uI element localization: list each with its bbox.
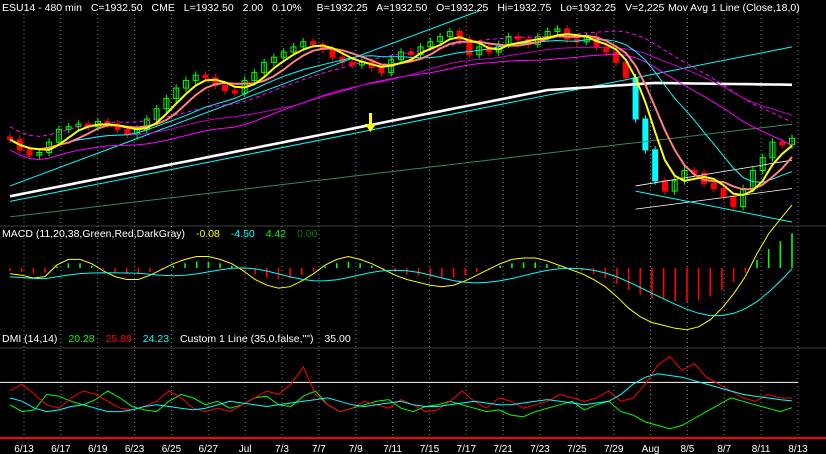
x-tick-label: 6/19 xyxy=(88,444,108,454)
x-tick-label: 7/15 xyxy=(420,444,440,454)
x-tick-label: Aug xyxy=(642,444,660,454)
x-tick-label: 6/25 xyxy=(162,444,182,454)
x-tick-label: 8/7 xyxy=(717,444,731,454)
header-line: ESU14 - 480 min C=1932.50 CME L=1932.50 … xyxy=(2,2,665,14)
x-tick-label: 6/23 xyxy=(125,444,145,454)
ask-label: A=1932.50 xyxy=(376,2,427,14)
candle-body xyxy=(231,90,238,94)
chart-background xyxy=(0,0,826,454)
change-label: 2.00 xyxy=(243,2,264,14)
dmi-custom-value: 35.00 xyxy=(324,333,350,345)
symbol-label: ESU14 - 480 min xyxy=(2,2,82,14)
candle-body xyxy=(310,41,317,45)
macd-value-4: 0.00 xyxy=(297,228,318,240)
x-tick-label: 7/29 xyxy=(604,444,624,454)
macd-header: MACD (11,20,38,Green,Red,DarkGray) -0.08… xyxy=(2,228,318,240)
dmi-value-2: 25.89 xyxy=(106,333,132,345)
x-tick-label: 7/21 xyxy=(493,444,513,454)
dmi-value-1: 20.28 xyxy=(68,333,94,345)
candle-body xyxy=(779,141,786,146)
exchange-label: CME xyxy=(151,2,174,14)
x-tick-label: 7/17 xyxy=(457,444,477,454)
x-tick-label: 6/17 xyxy=(51,444,71,454)
last-label: L=1932.50 xyxy=(184,2,234,14)
x-tick-label: 6/27 xyxy=(199,444,219,454)
macd-value-3: 4.42 xyxy=(266,228,287,240)
x-tick-label: 8/5 xyxy=(680,444,694,454)
candle-body xyxy=(652,149,659,182)
candle-body xyxy=(661,180,668,192)
bid-label: B=1932.25 xyxy=(317,2,368,14)
candle-body xyxy=(730,195,737,208)
high-label: Hi=1932.75 xyxy=(497,2,551,14)
x-tick-label: 7/7 xyxy=(312,444,326,454)
candle-body xyxy=(7,136,13,141)
dmi-label: DMI (14,14) xyxy=(2,333,57,345)
x-tick-label: 8/11 xyxy=(752,444,771,454)
candle-body xyxy=(349,61,356,66)
candle-body xyxy=(329,48,336,58)
candle-body xyxy=(378,67,385,74)
volume-label: V=2,225 xyxy=(625,2,665,14)
candle-body xyxy=(710,182,717,190)
dmi-value-3: 24.23 xyxy=(143,333,169,345)
change-pct-label: 0.10% xyxy=(272,2,302,14)
low-label: Lo=1932.25 xyxy=(560,2,616,14)
x-tick-label: 7/11 xyxy=(383,444,402,454)
candle-body xyxy=(26,149,33,156)
x-tick-label: 7/25 xyxy=(567,444,587,454)
macd-label: MACD (11,20,38,Green,Red,DarkGray) xyxy=(2,228,185,240)
candle-body xyxy=(613,51,620,63)
candle-body xyxy=(202,74,209,79)
open-label: O=1932.25 xyxy=(436,2,488,14)
macd-value-1: -0.08 xyxy=(196,228,220,240)
candle-body xyxy=(642,118,649,151)
macd-value-2: -4.50 xyxy=(231,228,255,240)
candle-body xyxy=(222,85,229,92)
indicator-label: Mov Avg 1 Line (Close,18,0) xyxy=(668,2,800,14)
x-tick-label: 8/13 xyxy=(788,444,808,454)
dmi-custom-label: Custom 1 Line (35,0,false,"") xyxy=(180,333,314,345)
x-tick-label: 6/13 xyxy=(14,444,34,454)
trading-chart[interactable]: 6/13 6/17 6/19 6/23 6/25 6/27 Jul 7/3 7/7 7/9 7/11… xyxy=(0,0,826,454)
candle-body xyxy=(720,188,727,197)
x-tick-label: 7/23 xyxy=(530,444,550,454)
candle-body xyxy=(124,128,131,135)
x-tick-label: 7/9 xyxy=(349,444,363,454)
close-label: C=1932.50 xyxy=(91,2,143,14)
x-tick-label: 7/3 xyxy=(275,444,289,454)
x-tick-label: Jul xyxy=(239,444,252,454)
